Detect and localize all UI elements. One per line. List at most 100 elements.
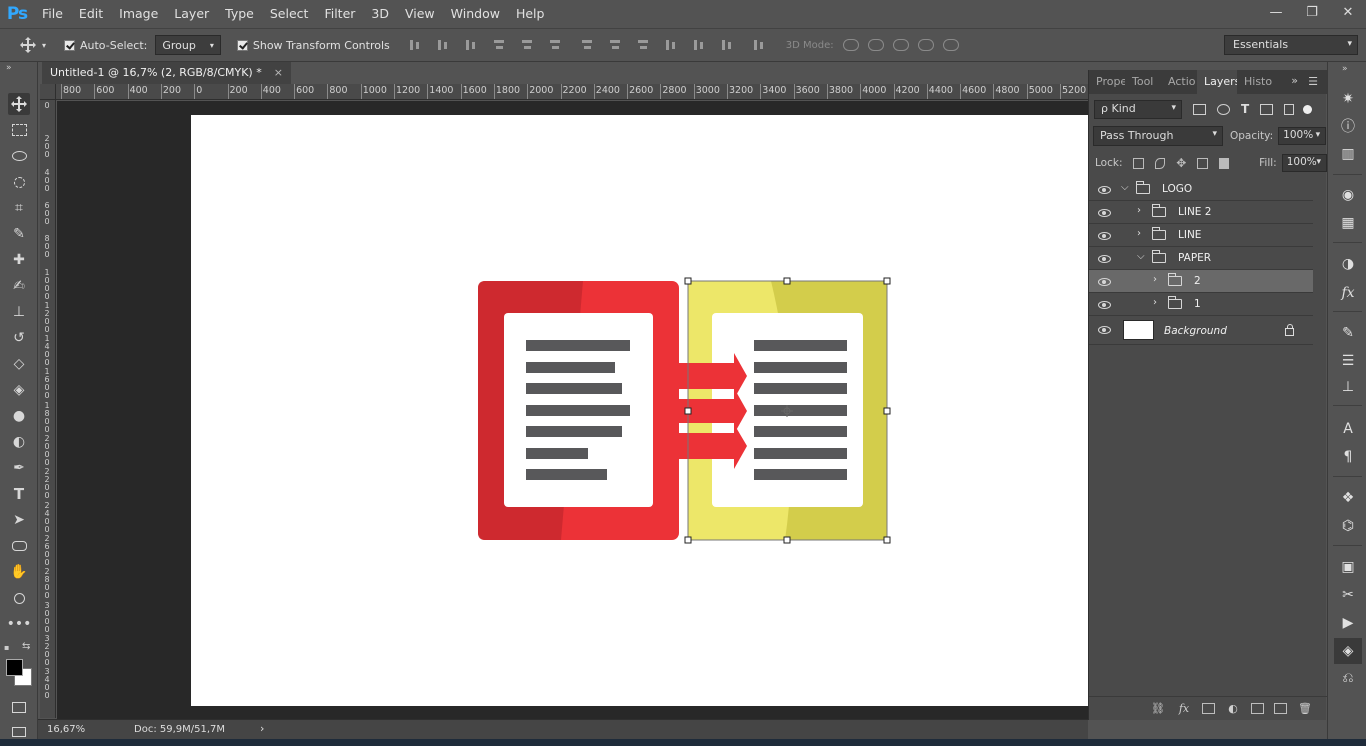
transform-controls-checkbox[interactable]: Show Transform Controls bbox=[236, 39, 390, 52]
status-menu-arrow-icon[interactable]: › bbox=[260, 722, 264, 735]
zoom-level[interactable]: 16,67% bbox=[47, 724, 85, 735]
blur-tool-icon[interactable]: ● bbox=[8, 405, 30, 427]
tab-layers[interactable]: Layers bbox=[1197, 70, 1237, 94]
distribute-vcenter-icon[interactable] bbox=[608, 38, 622, 52]
slide-3d-icon[interactable] bbox=[917, 39, 934, 51]
menu-select[interactable]: Select bbox=[262, 0, 317, 28]
grid-icon[interactable]: ▦ bbox=[1339, 214, 1357, 232]
stamp-icon[interactable]: ▣ bbox=[1339, 558, 1357, 576]
lock-position-icon[interactable]: ✥ bbox=[1176, 157, 1186, 169]
sliders-icon[interactable]: ☰ bbox=[1339, 352, 1357, 370]
visibility-eye-icon[interactable] bbox=[1098, 206, 1111, 219]
compass-icon[interactable]: ✷ bbox=[1339, 90, 1357, 108]
healing-brush-tool-icon[interactable]: ✚ bbox=[8, 249, 30, 271]
layer-row[interactable]: › 2 bbox=[1089, 270, 1313, 293]
lock-artboard-icon[interactable] bbox=[1197, 157, 1208, 169]
menu-window[interactable]: Window bbox=[443, 0, 508, 28]
layer-row[interactable]: › LINE bbox=[1089, 224, 1313, 247]
chevron-right-icon[interactable]: › bbox=[1153, 297, 1163, 308]
dock-collapse-icon[interactable]: » bbox=[1342, 64, 1348, 74]
quick-mask-icon[interactable] bbox=[8, 696, 30, 718]
visibility-eye-icon[interactable] bbox=[1098, 252, 1111, 265]
3d-icon[interactable]: ❖ bbox=[1339, 489, 1357, 507]
align-top-icon[interactable] bbox=[408, 38, 422, 52]
auto-align-icon[interactable] bbox=[752, 38, 766, 52]
type-tool-icon[interactable]: T bbox=[8, 483, 30, 505]
chevron-right-icon[interactable]: › bbox=[1137, 205, 1147, 216]
chevron-down-icon[interactable]: ⌵ bbox=[1137, 251, 1147, 262]
roll-3d-icon[interactable] bbox=[867, 39, 884, 51]
fx-icon[interactable]: fx bbox=[1339, 284, 1357, 302]
close-window-button[interactable]: ✕ bbox=[1338, 5, 1358, 20]
menu-image[interactable]: Image bbox=[111, 0, 166, 28]
blend-mode-dropdown[interactable]: Pass Through ▾ bbox=[1093, 126, 1223, 146]
tab-tool-presets[interactable]: Tool bbox=[1125, 70, 1161, 94]
paint-bucket-tool-icon[interactable]: ◈ bbox=[8, 379, 30, 401]
delete-layer-trash-icon[interactable]: 🗑 bbox=[1297, 702, 1313, 715]
new-adjustment-icon[interactable]: ◐ bbox=[1225, 702, 1241, 715]
tab-history[interactable]: Histo bbox=[1237, 70, 1273, 94]
adjust-icon[interactable]: ◑ bbox=[1339, 255, 1357, 273]
ruler-origin[interactable] bbox=[40, 84, 56, 100]
layer-row[interactable]: › LINE 2 bbox=[1089, 201, 1313, 224]
filter-adjustment-icon[interactable] bbox=[1217, 103, 1230, 115]
filter-kind-dropdown[interactable]: ρ Kind ▾ bbox=[1094, 99, 1182, 119]
tool-preset-picker[interactable]: ▾ bbox=[0, 37, 54, 53]
chevron-right-icon[interactable]: › bbox=[1137, 228, 1147, 239]
paragraph-icon[interactable]: ¶ bbox=[1339, 448, 1357, 466]
brush-tool-icon[interactable]: ✍ bbox=[8, 275, 30, 297]
visibility-eye-icon[interactable] bbox=[1098, 298, 1111, 311]
foreground-color-swatch[interactable] bbox=[6, 659, 23, 676]
tab-actions[interactable]: Actio bbox=[1161, 70, 1197, 94]
brush-preset-icon[interactable]: ✎ bbox=[1339, 324, 1357, 342]
expand-toolbar-icon[interactable]: » bbox=[6, 63, 12, 73]
visibility-eye-icon[interactable] bbox=[1098, 275, 1111, 288]
layer-row[interactable]: ⌵ LOGO bbox=[1089, 178, 1313, 201]
visibility-eye-icon[interactable] bbox=[1098, 183, 1111, 196]
menu-layer[interactable]: Layer bbox=[166, 0, 217, 28]
dodge-tool-icon[interactable]: ◐ bbox=[8, 431, 30, 453]
new-group-folder-icon[interactable] bbox=[1251, 703, 1264, 714]
filter-toggle-icon[interactable] bbox=[1303, 104, 1313, 114]
panel-menu-icon[interactable]: ☰ bbox=[1308, 75, 1318, 88]
quick-select-tool-icon[interactable] bbox=[8, 171, 30, 193]
path-icon[interactable]: ⌬ bbox=[1339, 517, 1357, 535]
move-tool-icon[interactable] bbox=[8, 93, 30, 115]
filter-shape-icon[interactable] bbox=[1260, 103, 1274, 115]
vertical-ruler[interactable]: 0 2 0 0 4 0 0 6 0 0 8 0 0 1 0 0 01 2 0 01 4 0… bbox=[40, 100, 56, 718]
drag-3d-icon[interactable] bbox=[892, 39, 909, 51]
lasso-tool-icon[interactable] bbox=[8, 145, 30, 167]
align-left-icon[interactable] bbox=[492, 38, 506, 52]
eraser-tool-icon[interactable]: ◇ bbox=[8, 353, 30, 375]
minimize-button[interactable]: — bbox=[1266, 5, 1286, 20]
align-vcenter-icon[interactable] bbox=[436, 38, 450, 52]
add-mask-icon[interactable] bbox=[1202, 703, 1215, 714]
checkbox-box[interactable] bbox=[64, 39, 75, 51]
distribute-top-icon[interactable] bbox=[580, 38, 594, 52]
menu-edit[interactable]: Edit bbox=[71, 0, 111, 28]
camera-3d-icon[interactable] bbox=[942, 39, 959, 51]
clone-source-icon[interactable]: ⊥ bbox=[1339, 378, 1357, 396]
visibility-eye-icon[interactable] bbox=[1098, 229, 1111, 242]
crop-tool-icon[interactable]: ⌗ bbox=[8, 197, 30, 219]
histogram-icon[interactable]: ▥ bbox=[1339, 145, 1357, 163]
filter-type-icon[interactable]: T bbox=[1241, 102, 1249, 116]
history-brush-tool-icon[interactable]: ↺ bbox=[8, 327, 30, 349]
checkbox-box[interactable] bbox=[236, 39, 248, 51]
default-colors-icon[interactable]: ▪ bbox=[4, 643, 9, 652]
auto-select-dropdown[interactable]: Group ▾ bbox=[155, 35, 221, 55]
link-layers-icon[interactable]: ⛓ bbox=[1150, 702, 1166, 715]
distribute-hcenter-icon[interactable] bbox=[692, 38, 706, 52]
play-icon[interactable]: ▶ bbox=[1339, 614, 1357, 632]
channels-icon[interactable]: ⎌ bbox=[1339, 669, 1357, 687]
lock-image-icon[interactable] bbox=[1154, 157, 1166, 169]
shape-tool-icon[interactable] bbox=[8, 535, 30, 557]
collapse-panel-icon[interactable]: » bbox=[1291, 74, 1298, 87]
stamp-tool-icon[interactable]: ⊥ bbox=[8, 301, 30, 323]
horizontal-ruler[interactable]: 800 600 400 200 0 200 400 600 800 1000 1200 1400 160… bbox=[56, 84, 1088, 100]
orbit-3d-icon[interactable] bbox=[842, 39, 859, 51]
distribute-left-icon[interactable] bbox=[664, 38, 678, 52]
visibility-eye-icon[interactable] bbox=[1098, 323, 1111, 336]
character-icon[interactable]: A bbox=[1339, 420, 1357, 438]
chevron-right-icon[interactable]: › bbox=[1153, 274, 1163, 285]
